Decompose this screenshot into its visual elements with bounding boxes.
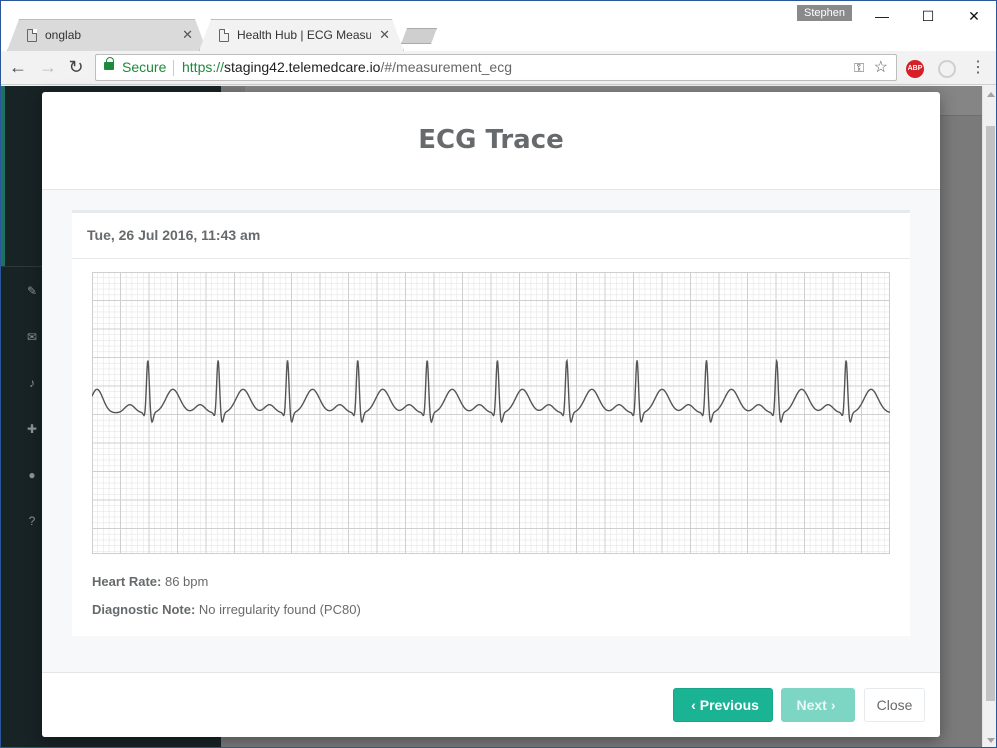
- ecg-chart: [92, 272, 890, 554]
- title-bar: onglab ✕ Health Hub | ECG Measur ✕ Steph…: [1, 1, 996, 51]
- heart-rate-line: Heart Rate: 86 bpm: [92, 574, 208, 589]
- user-icon[interactable]: ●: [25, 468, 39, 482]
- document-icon: [27, 28, 37, 42]
- tab-close-icon[interactable]: ✕: [379, 27, 390, 43]
- modal-title: ECG Trace: [418, 125, 564, 155]
- card-header: Tue, 26 Jul 2016, 11:43 am: [72, 213, 910, 259]
- address-separator: [173, 60, 174, 76]
- adblock-icon[interactable]: ABP: [906, 60, 924, 78]
- tab-title: Health Hub | ECG Measur: [237, 28, 372, 42]
- back-arrow-icon[interactable]: ←: [7, 56, 29, 78]
- tab-close-icon[interactable]: ✕: [182, 27, 193, 43]
- heart-rate-value: 86 bpm: [164, 574, 209, 589]
- url-text[interactable]: https://staging42.telemedcare.io/#/measu…: [182, 55, 512, 80]
- ecg-svg: [92, 272, 890, 554]
- maximize-icon[interactable]: ☐: [905, 3, 951, 29]
- page-scrollbar[interactable]: [982, 86, 996, 747]
- chevron-right-icon: ›: [830, 697, 836, 713]
- chevron-left-icon: ‹: [691, 697, 696, 713]
- close-button[interactable]: Close: [864, 688, 925, 722]
- security-label: Secure: [122, 59, 167, 75]
- bell-icon[interactable]: ♪: [25, 376, 39, 390]
- bookmark-star-icon[interactable]: ☆: [874, 55, 888, 80]
- modal-header: ECG Trace: [42, 92, 940, 190]
- envelope-icon[interactable]: ✉: [25, 330, 39, 344]
- forward-arrow-icon[interactable]: →: [37, 56, 59, 78]
- ecg-card: Tue, 26 Jul 2016, 11:43 am Heart Rate: 8…: [72, 210, 910, 636]
- tab-health-hub[interactable]: Health Hub | ECG Measur ✕: [199, 19, 404, 51]
- scroll-down-icon[interactable]: [987, 738, 995, 743]
- extension-icon[interactable]: [938, 60, 956, 78]
- edit-icon[interactable]: ✎: [25, 284, 39, 298]
- briefcase-medical-icon[interactable]: ✚: [25, 422, 39, 436]
- new-tab-button[interactable]: [401, 28, 437, 44]
- minimize-icon[interactable]: —: [859, 3, 905, 29]
- ecg-modal: ECG Trace Tue, 26 Jul 2016, 11:43 am Hea…: [42, 92, 940, 737]
- modal-body: Tue, 26 Jul 2016, 11:43 am Heart Rate: 8…: [42, 190, 940, 672]
- question-circle-icon[interactable]: ?: [25, 514, 39, 528]
- measurement-date: Tue, 26 Jul 2016, 11:43 am: [87, 227, 261, 243]
- tab-title: onglab: [45, 28, 82, 42]
- next-label: Next: [796, 697, 827, 713]
- reload-icon[interactable]: ↻: [65, 56, 87, 78]
- profile-badge[interactable]: Stephen: [797, 5, 852, 21]
- browser-toolbar: ← → ↻ Secure https://staging42.telemedca…: [1, 51, 996, 85]
- sidebar-accent: [1, 86, 5, 266]
- diagnostic-note-line: Diagnostic Note: No irregularity found (…: [92, 602, 361, 617]
- diagnostic-note-label: Diagnostic Note:: [92, 602, 196, 617]
- diagnostic-note-value: No irregularity found (PC80): [198, 602, 361, 617]
- modal-footer: ‹ Previous Next › Close: [42, 672, 940, 737]
- document-icon: [219, 28, 229, 42]
- scrollbar-thumb[interactable]: [986, 126, 995, 701]
- url-scheme: https://: [182, 59, 225, 75]
- scroll-up-icon[interactable]: [987, 92, 995, 97]
- heart-rate-label: Heart Rate:: [92, 574, 162, 589]
- lock-icon: [104, 57, 114, 70]
- key-icon[interactable]: ⚿: [854, 55, 864, 80]
- previous-label: Previous: [699, 697, 759, 713]
- window-close-icon[interactable]: ✕: [951, 3, 996, 29]
- url-host: staging42.telemedcare.io: [224, 59, 381, 75]
- previous-button[interactable]: ‹ Previous: [673, 688, 773, 722]
- address-bar[interactable]: Secure https://staging42.telemedcare.io/…: [95, 54, 897, 81]
- browser-window: onglab ✕ Health Hub | ECG Measur ✕ Steph…: [0, 0, 997, 748]
- menu-icon[interactable]: ⋮: [970, 57, 986, 79]
- url-path: /#/measurement_ecg: [380, 59, 512, 75]
- tab-onglab[interactable]: onglab ✕: [7, 19, 207, 51]
- next-button[interactable]: Next ›: [781, 688, 855, 722]
